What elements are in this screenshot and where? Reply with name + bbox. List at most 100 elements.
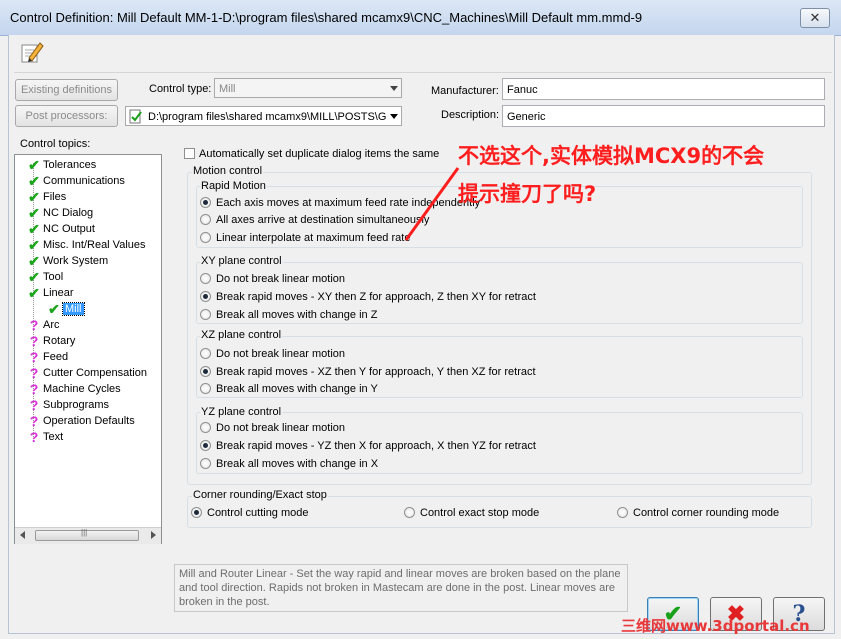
question-icon: ?: [29, 333, 39, 349]
radio-dot: [200, 197, 211, 208]
tree-item-label: Communications: [43, 175, 125, 187]
corner-opt-rounding[interactable]: Control corner rounding mode: [617, 505, 779, 521]
tree-item-label: Misc. Int/Real Values: [43, 239, 146, 251]
tree-item-tool[interactable]: ✔ Tool: [25, 269, 63, 285]
post-processors-button[interactable]: Post processors:: [15, 105, 118, 127]
manufacturer-label: Manufacturer:: [431, 85, 499, 97]
window-title: Control Definition: Mill Default MM-1-D:…: [10, 10, 643, 25]
scroll-thumb[interactable]: [35, 528, 139, 541]
check-icon: ✔: [28, 269, 40, 285]
motion-control-label: Motion control: [192, 165, 264, 177]
yz-opt-no-break[interactable]: Do not break linear motion: [200, 420, 345, 436]
radio-label: Break rapid moves - YZ then X for approa…: [216, 440, 536, 452]
tree-item-rotary[interactable]: ? Rotary: [25, 333, 76, 349]
post-path-value: D:\program files\shared mcamx9\MILL\POST…: [148, 111, 387, 123]
rapid-opt-interpolate[interactable]: Linear interpolate at maximum feed rate: [200, 230, 410, 246]
rapid-opt-simultaneous[interactable]: All axes arrive at destination simultane…: [200, 212, 429, 228]
scroll-left-arrow-icon[interactable]: [20, 531, 25, 539]
tree-item-text[interactable]: ? Text: [25, 429, 63, 445]
corner-opt-cutting[interactable]: Control cutting mode: [191, 505, 309, 521]
tree-item-label: Files: [43, 191, 67, 203]
radio-dot: [200, 309, 211, 320]
radio-dot: [200, 232, 211, 243]
tree-item-label: Cutter Compensation: [43, 367, 147, 379]
check-icon: ✔: [28, 205, 40, 221]
tree-item-label: Machine Cycles: [43, 383, 121, 395]
existing-definitions-button[interactable]: Existing definitions: [15, 79, 118, 101]
question-icon: ?: [29, 349, 39, 365]
yz-opt-break-rapid[interactable]: Break rapid moves - YZ then X for approa…: [200, 438, 536, 454]
scroll-right-arrow-icon[interactable]: [151, 531, 156, 539]
xy-plane-label: XY plane control: [200, 255, 283, 267]
question-icon: ?: [29, 317, 39, 333]
tree-item-arc[interactable]: ? Arc: [25, 317, 60, 333]
xz-opt-no-break[interactable]: Do not break linear motion: [200, 346, 345, 362]
tree-item-label-selected: Mill: [62, 302, 85, 316]
yz-plane-label: YZ plane control: [200, 406, 283, 418]
radio-label: Break rapid moves - XY then Z for approa…: [216, 291, 536, 303]
check-icon: ✔: [28, 237, 40, 253]
xy-opt-break-all[interactable]: Break all moves with change in Z: [200, 307, 377, 323]
description-field[interactable]: Generic: [502, 105, 825, 127]
tree-item-label: Work System: [43, 255, 109, 267]
radio-dot: [200, 273, 211, 284]
radio-label: Control cutting mode: [207, 507, 309, 519]
xy-opt-no-break[interactable]: Do not break linear motion: [200, 271, 345, 287]
control-type-value: Mill: [219, 83, 236, 95]
control-type-label: Control type:: [149, 83, 212, 95]
radio-label: Control corner rounding mode: [633, 507, 780, 519]
tree-item-subprograms[interactable]: ? Subprograms: [25, 397, 109, 413]
post-path-select[interactable]: D:\program files\shared mcamx9\MILL\POST…: [125, 106, 402, 126]
corner-rounding-label: Corner rounding/Exact stop: [192, 489, 328, 501]
check-icon: ✔: [28, 173, 40, 189]
tree-item-label: NC Dialog: [43, 207, 94, 219]
tree-item-nc-output[interactable]: ✔ NC Output: [25, 221, 95, 237]
question-icon: ?: [29, 429, 39, 445]
radio-label: Do not break linear motion: [216, 273, 346, 285]
check-icon: ✔: [28, 221, 40, 237]
xz-opt-break-rapid[interactable]: Break rapid moves - XZ then Y for approa…: [200, 364, 536, 380]
tree-item-linear[interactable]: ✔ Linear: [25, 285, 73, 301]
close-button[interactable]: ✕: [800, 8, 830, 28]
tree-item-label: Feed: [43, 351, 69, 363]
radio-label: Linear interpolate at maximum feed rate: [216, 232, 411, 244]
tree-item-work-system[interactable]: ✔ Work System: [25, 253, 108, 269]
check-icon: ✔: [28, 189, 40, 205]
tree-item-files[interactable]: ✔ Files: [25, 189, 66, 205]
tree-item-nc-dialog[interactable]: ✔ NC Dialog: [25, 205, 93, 221]
radio-label: Do not break linear motion: [216, 422, 346, 434]
xy-opt-break-rapid[interactable]: Break rapid moves - XY then Z for approa…: [200, 289, 536, 305]
radio-dot: [200, 366, 211, 377]
tree-item-label: Operation Defaults: [43, 415, 135, 427]
radio-dot: [617, 507, 628, 518]
tree-item-operation-defaults[interactable]: ? Operation Defaults: [25, 413, 135, 429]
corner-opt-exact-stop[interactable]: Control exact stop mode: [404, 505, 539, 521]
tree-item-label: Tolerances: [43, 159, 97, 171]
yz-opt-break-all[interactable]: Break all moves with change in X: [200, 456, 378, 472]
tree-item-misc-values[interactable]: ✔ Misc. Int/Real Values: [25, 237, 146, 253]
tree-item-label: Arc: [43, 319, 60, 331]
tree-item-cutter-compensation[interactable]: ? Cutter Compensation: [25, 365, 147, 381]
check-icon: ✔: [28, 253, 40, 269]
tree-item-feed[interactable]: ? Feed: [25, 349, 68, 365]
radio-label: Break all moves with change in Y: [216, 383, 378, 395]
manufacturer-field[interactable]: Fanuc: [502, 78, 825, 100]
description-label: Description:: [441, 109, 500, 121]
tree-item-label: Text: [43, 431, 64, 443]
check-icon: ✔: [28, 157, 40, 173]
control-type-select[interactable]: Mill: [214, 78, 402, 98]
watermark: 三维网www.3dportal.cn: [621, 617, 810, 635]
tree-horizontal-scrollbar[interactable]: [15, 527, 161, 544]
control-topics-tree[interactable]: ✔ Tolerances ✔ Communications ✔ Files ✔ NC D…: [14, 154, 162, 544]
tree-item-tolerances[interactable]: ✔ Tolerances: [25, 157, 96, 173]
chevron-down-icon: [390, 86, 398, 91]
tree-item-label: NC Output: [43, 223, 95, 235]
xz-opt-break-all[interactable]: Break all moves with change in Y: [200, 381, 378, 397]
radio-dot: [200, 440, 211, 451]
tree-item-machine-cycles[interactable]: ? Machine Cycles: [25, 381, 121, 397]
check-icon: ✔: [48, 301, 60, 317]
pencil-icon[interactable]: [18, 39, 44, 65]
tree-item-mill[interactable]: ✔ Mill: [45, 301, 85, 317]
tree-item-communications[interactable]: ✔ Communications: [25, 173, 125, 189]
radio-dot: [200, 383, 211, 394]
